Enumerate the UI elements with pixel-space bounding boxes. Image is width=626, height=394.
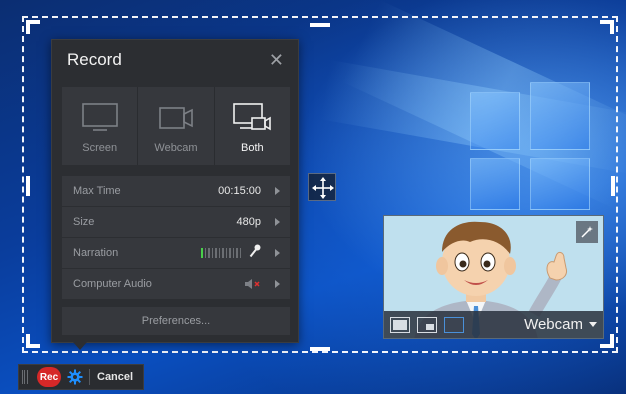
- meter-segment: [229, 248, 231, 258]
- chevron-down-icon: [589, 322, 597, 327]
- meter-segment: [208, 248, 210, 258]
- preferences-button[interactable]: Preferences...: [62, 307, 290, 335]
- meter-segment: [204, 248, 206, 258]
- panel-pointer: [73, 342, 87, 350]
- resize-handle-top-left[interactable]: [26, 20, 40, 34]
- settings-list: Max Time 00:15:00 Size 480p Narration Co…: [62, 176, 290, 300]
- setting-label: Max Time: [73, 185, 121, 197]
- resize-handle-top[interactable]: [310, 23, 330, 27]
- panel-title: Record: [67, 50, 122, 69]
- setting-max-time[interactable]: Max Time 00:15:00: [62, 176, 290, 206]
- toolbar-divider: [89, 369, 90, 385]
- webcam-preview[interactable]: Webcam: [383, 215, 604, 339]
- setting-value: 480p: [236, 216, 261, 228]
- webcam-source-label: Webcam: [524, 316, 583, 333]
- setting-label: Computer Audio: [73, 278, 152, 290]
- setting-size[interactable]: Size 480p: [62, 207, 290, 237]
- audio-level-meter: [200, 248, 241, 258]
- chevron-right-icon: [275, 249, 280, 257]
- resize-handle-bottom-left[interactable]: [26, 334, 40, 348]
- setting-label: Size: [73, 216, 95, 228]
- resize-handle-left[interactable]: [26, 176, 30, 196]
- webcam-toolbar: Webcam: [384, 311, 603, 338]
- record-toolbar: Rec Cancel: [18, 364, 144, 390]
- panel-header: Record ✕: [52, 40, 298, 80]
- monitor-webcam-icon: [233, 103, 272, 131]
- setting-value: 00:15:00: [218, 185, 261, 197]
- pip-layout-icon[interactable]: [417, 316, 437, 333]
- drag-grip-icon[interactable]: [19, 365, 31, 389]
- record-button[interactable]: Rec: [37, 367, 61, 387]
- capture-mode-selector: Screen Webcam Both: [62, 87, 290, 165]
- chevron-right-icon: [275, 187, 280, 195]
- cancel-button[interactable]: Cancel: [97, 371, 133, 383]
- mode-label: Both: [241, 142, 264, 154]
- monitor-icon: [81, 103, 118, 131]
- meter-segment: [215, 248, 217, 258]
- resize-handle-bottom[interactable]: [310, 347, 330, 351]
- mode-label: Webcam: [154, 142, 198, 154]
- webcam-icon: [159, 107, 193, 129]
- mode-webcam[interactable]: Webcam: [138, 87, 215, 165]
- mode-label: Screen: [82, 142, 118, 154]
- chevron-right-icon: [275, 218, 280, 226]
- hide-layout-icon[interactable]: [444, 316, 464, 333]
- move-arrows-icon: [312, 177, 334, 199]
- setting-label: Narration: [73, 247, 119, 259]
- resize-handle-right[interactable]: [611, 176, 615, 196]
- meter-segment: [211, 248, 213, 258]
- mode-screen[interactable]: Screen: [62, 87, 139, 165]
- meter-segment: [200, 248, 203, 258]
- magic-wand-icon[interactable]: [576, 221, 598, 243]
- gear-icon[interactable]: [67, 369, 83, 385]
- mode-both[interactable]: Both: [215, 87, 290, 165]
- record-panel: Record ✕ Screen Webcam Both Max Time 00:…: [51, 39, 299, 343]
- webcam-source-dropdown[interactable]: Webcam: [524, 316, 597, 333]
- microphone-icon: [249, 244, 261, 263]
- meter-segment: [218, 248, 220, 258]
- speaker-muted-icon: [245, 278, 261, 290]
- setting-narration[interactable]: Narration: [62, 238, 290, 268]
- move-region-handle[interactable]: [308, 173, 336, 201]
- full-layout-icon[interactable]: [390, 316, 410, 333]
- meter-segment: [225, 248, 227, 258]
- meter-segment: [232, 248, 234, 258]
- meter-segment: [222, 248, 224, 258]
- meter-segment: [236, 248, 238, 258]
- resize-handle-top-right[interactable]: [600, 20, 614, 34]
- chevron-right-icon: [275, 280, 280, 288]
- setting-computer-audio[interactable]: Computer Audio: [62, 269, 290, 299]
- close-icon[interactable]: ✕: [269, 51, 284, 69]
- meter-segment: [239, 248, 241, 258]
